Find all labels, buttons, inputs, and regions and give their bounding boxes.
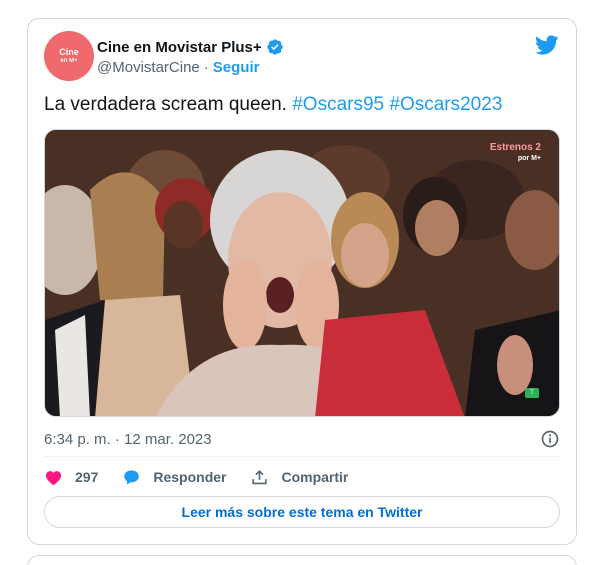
like-button[interactable]: 297 [44, 468, 98, 487]
like-count: 297 [75, 469, 99, 485]
share-upload-icon [252, 469, 268, 484]
speech-bubble-icon [124, 469, 140, 485]
reply-button[interactable]: Responder [122, 468, 226, 487]
twitter-bird-icon[interactable] [535, 33, 559, 57]
info-circle-icon[interactable] [540, 429, 560, 449]
tweet-meta: 6:34 p. m. · 12 mar. 2023 [44, 427, 560, 451]
author-block: Cine en Movistar Plus+ @MovistarCine · S… [97, 37, 284, 77]
divider [44, 456, 560, 457]
tweet-time[interactable]: 6:34 p. m. [44, 431, 111, 448]
tweet-text: La verdadera scream queen. #Oscars95 #Os… [44, 93, 564, 117]
meta-separator: · [114, 430, 120, 448]
handle-separator: · [203, 58, 209, 76]
hashtag-oscars2023[interactable]: #Oscars2023 [389, 94, 502, 115]
share-button[interactable]: Compartir [250, 468, 348, 487]
verified-badge-icon [266, 39, 283, 55]
tweet-body: La verdadera scream queen. [44, 94, 287, 115]
media-watermark: Estrenos 2 por M+ [490, 142, 541, 164]
read-more-button[interactable]: Leer más sobre este tema en Twitter [44, 496, 560, 528]
heart-icon [45, 470, 62, 485]
action-bar: 297 Responder Compartir [44, 465, 372, 489]
tweet-date[interactable]: 12 mar. 2023 [124, 431, 212, 448]
reply-label: Responder [153, 469, 227, 485]
avatar-text-line1: Cine [59, 47, 79, 57]
next-tweet-card [27, 555, 577, 565]
tweet-media-image[interactable]: Estrenos 2 por M+ T [44, 129, 560, 417]
share-label: Compartir [281, 469, 349, 485]
author-display-name[interactable]: Cine en Movistar Plus+ [97, 39, 262, 56]
author-handle[interactable]: @MovistarCine [97, 59, 200, 76]
follow-button[interactable]: Seguir [213, 59, 260, 76]
avatar[interactable]: Cine en M+ [44, 31, 94, 81]
watermark-line2: por M+ [517, 155, 541, 162]
hashtag-oscars95[interactable]: #Oscars95 [292, 94, 384, 115]
media-scene [45, 130, 559, 416]
avatar-text-line2: en M+ [60, 58, 78, 64]
watermark-line1: Estrenos 2 [489, 142, 541, 153]
media-corner-badge: T [525, 388, 539, 398]
tweet-card[interactable]: Cine en M+ Cine en Movistar Plus+ @Movis… [27, 18, 577, 545]
